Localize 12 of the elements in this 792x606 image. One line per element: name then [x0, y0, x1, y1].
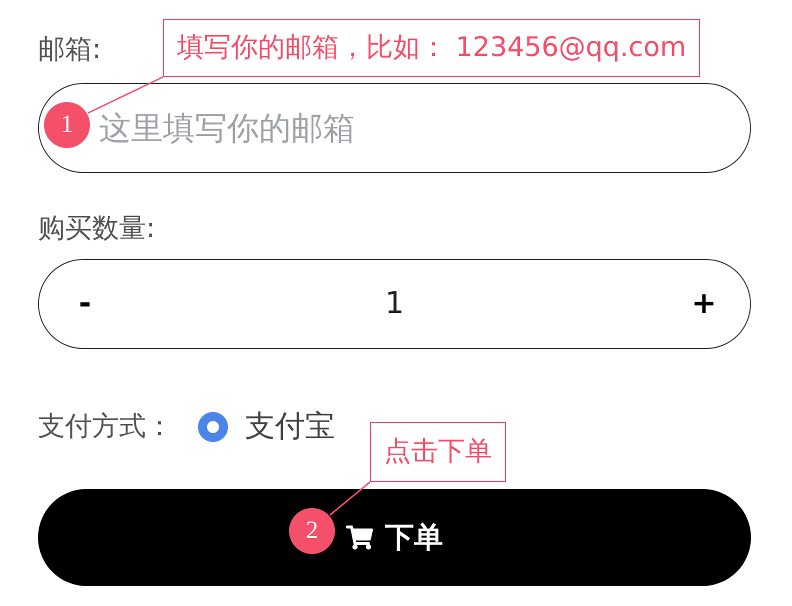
callout-note: 填写你的邮箱，比如： 123456@qq.com [163, 19, 700, 77]
radio-button[interactable] [198, 412, 228, 442]
field-label: 邮箱: [38, 33, 102, 67]
quantity-value: 1 [384, 285, 406, 323]
cart-icon [346, 524, 373, 551]
increment-button[interactable]: + [684, 282, 724, 326]
field-label: 支付方式： [38, 410, 173, 444]
field-label: 购买数量: [38, 212, 156, 246]
radio-label[interactable]: 支付宝 [245, 410, 335, 444]
leader-line [330, 481, 370, 516]
callout-note: 点击下单 [370, 422, 506, 482]
decrement-button[interactable]: - [65, 282, 105, 326]
